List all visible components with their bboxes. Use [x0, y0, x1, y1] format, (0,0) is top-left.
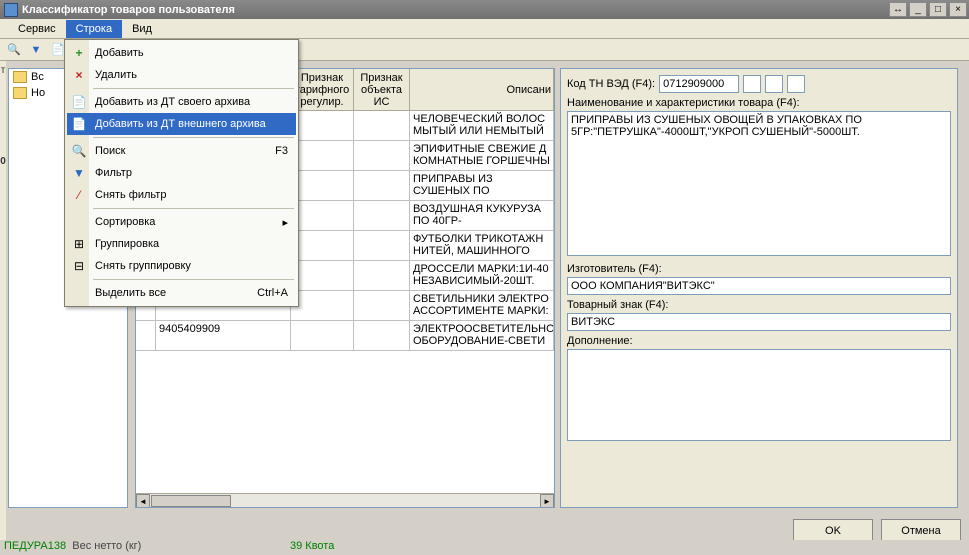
archive-icon: 📄	[71, 94, 87, 110]
ctx-unfilter[interactable]: ⁄Снять фильтр	[67, 184, 296, 206]
code-extra-1[interactable]	[743, 75, 761, 93]
code-label: Код ТН ВЭД (F4):	[567, 78, 655, 90]
addl-label: Дополнение:	[567, 335, 951, 347]
cell-tariff	[291, 291, 354, 320]
name-textarea[interactable]	[567, 111, 951, 256]
code-extra-2[interactable]	[765, 75, 783, 93]
col-desc[interactable]: Описани	[410, 69, 554, 111]
cell-is	[354, 171, 410, 200]
cell-code: 9405409909	[156, 321, 291, 350]
cell-desc: ФУТБОЛКИ ТРИКОТАЖН НИТЕЙ, МАШИННОГО	[410, 231, 554, 260]
context-menu: +Добавить ×Удалить 📄Добавить из ДТ своег…	[64, 39, 299, 307]
cell-is	[354, 201, 410, 230]
cell-is	[354, 231, 410, 260]
cell-desc: ЭЛЕКТРООСВЕТИТЕЛЬНО ОБОРУДОВАНИЕ-СВЕТИ	[410, 321, 554, 350]
gutter-number: 0	[0, 152, 6, 171]
ctx-search[interactable]: 🔍ПоискF3	[67, 140, 296, 162]
cell-tariff	[291, 231, 354, 260]
ctx-add[interactable]: +Добавить	[67, 42, 296, 64]
cell-tariff	[291, 261, 354, 290]
status-bar: ПЕДУРА138 Вес нетто (кг) 39 Квота	[0, 540, 969, 555]
status-seg-2: Вес нетто (кг)	[72, 540, 141, 552]
ctx-group[interactable]: ⊞Группировка	[67, 233, 296, 255]
maker-input[interactable]	[567, 277, 951, 295]
app-icon	[4, 3, 18, 17]
folder-icon	[13, 87, 27, 99]
ctx-add-ext-archive[interactable]: 📄Добавить из ДТ внешнего архива	[67, 113, 296, 135]
close-button[interactable]: ×	[949, 2, 967, 17]
cell-is	[354, 321, 410, 350]
scroll-right-icon[interactable]: ►	[540, 494, 554, 508]
archive-ext-icon: 📄	[71, 116, 87, 132]
cell-desc: ЭПИФИТНЫЕ СВЕЖИЕ Д КОМНАТНЫЕ ГОРШЕЧНЫ	[410, 141, 554, 170]
maker-label: Изготовитель (F4):	[567, 263, 951, 275]
name-label: Наименование и характеристики товара (F4…	[567, 97, 951, 109]
cell-marker	[136, 321, 156, 350]
maximize-button[interactable]: □	[929, 2, 947, 17]
code-extra-3[interactable]	[787, 75, 805, 93]
unfilter-icon: ⁄	[71, 187, 87, 203]
ctx-filter[interactable]: ▼Фильтр	[67, 162, 296, 184]
cell-is	[354, 261, 410, 290]
cell-is	[354, 111, 410, 140]
status-seg-3: 39 Квота	[290, 540, 334, 552]
search-icon: 🔍	[71, 143, 87, 159]
group-icon: ⊞	[71, 236, 87, 252]
tree-label: Вс	[31, 71, 44, 83]
chevron-right-icon: ▸	[282, 216, 288, 229]
ctx-delete[interactable]: ×Удалить	[67, 64, 296, 86]
toolbar-filter-icon[interactable]: ▼	[26, 41, 46, 59]
restore-button[interactable]: ↔	[889, 2, 907, 17]
horizontal-scrollbar[interactable]: ◄ ►	[136, 493, 554, 507]
cell-is	[354, 141, 410, 170]
title-bar: Классификатор товаров пользователя ↔ _ □…	[0, 0, 969, 19]
scroll-thumb[interactable]	[151, 495, 231, 507]
menu-service[interactable]: Сервис	[8, 20, 66, 38]
cell-is	[354, 291, 410, 320]
mark-label: Товарный знак (F4):	[567, 299, 951, 311]
code-input[interactable]	[659, 75, 739, 93]
ok-button[interactable]: OK	[793, 519, 873, 542]
cell-tariff	[291, 141, 354, 170]
table-row[interactable]: 9405409909 ЭЛЕКТРООСВЕТИТЕЛЬНО ОБОРУДОВАН…	[136, 321, 554, 351]
ungroup-icon: ⊟	[71, 258, 87, 274]
left-gutter: т 0	[0, 61, 6, 540]
cell-desc: ЧЕЛОВЕЧЕСКИЙ ВОЛОС МЫТЫЙ ИЛИ НЕМЫТЫЙ	[410, 111, 554, 140]
toolbar-search-icon[interactable]: 🔍	[4, 41, 24, 59]
menu-bar: Сервис Строка Вид	[0, 19, 969, 39]
cell-desc: СВЕТИЛЬНИКИ ЭЛЕКТРО АССОРТИМЕНТЕ МАРКИ:	[410, 291, 554, 320]
detail-panel: Код ТН ВЭД (F4): Наименование и характер…	[560, 68, 958, 508]
tree-label: Но	[31, 87, 45, 99]
cancel-button[interactable]: Отмена	[881, 519, 961, 542]
ctx-ungroup[interactable]: ⊟Снять группировку	[67, 255, 296, 277]
col-tariff[interactable]: Признак тарифного регулир.	[291, 69, 354, 111]
mark-input[interactable]	[567, 313, 951, 331]
window-title: Классификатор товаров пользователя	[22, 4, 235, 16]
cell-desc: ВОЗДУШНАЯ КУКУРУЗА ПО 40ГР-	[410, 201, 554, 230]
x-icon: ×	[71, 67, 87, 83]
menu-view[interactable]: Вид	[122, 20, 162, 38]
addl-textarea[interactable]	[567, 349, 951, 441]
cell-tariff	[291, 321, 354, 350]
cell-desc: ДРОССЕЛИ МАРКИ:1И-40 НЕЗАВИСИМЫЙ-20ШТ.	[410, 261, 554, 290]
scroll-left-icon[interactable]: ◄	[136, 494, 150, 508]
plus-icon: +	[71, 45, 87, 61]
ctx-select-all[interactable]: Выделить всеCtrl+A	[67, 282, 296, 304]
cell-tariff	[291, 201, 354, 230]
cell-tariff	[291, 111, 354, 140]
folder-icon	[13, 71, 27, 83]
cell-tariff	[291, 171, 354, 200]
minimize-button[interactable]: _	[909, 2, 927, 17]
status-seg-1: ПЕДУРА138	[4, 540, 66, 552]
ctx-sort[interactable]: Сортировка▸	[67, 211, 296, 233]
cell-desc: ПРИПРАВЫ ИЗ СУШЕНЫХ ПО	[410, 171, 554, 200]
filter-icon: ▼	[71, 165, 87, 181]
col-is[interactable]: Признак объекта ИС	[354, 69, 410, 111]
ctx-add-own-archive[interactable]: 📄Добавить из ДТ своего архива	[67, 91, 296, 113]
menu-row[interactable]: Строка	[66, 20, 122, 38]
